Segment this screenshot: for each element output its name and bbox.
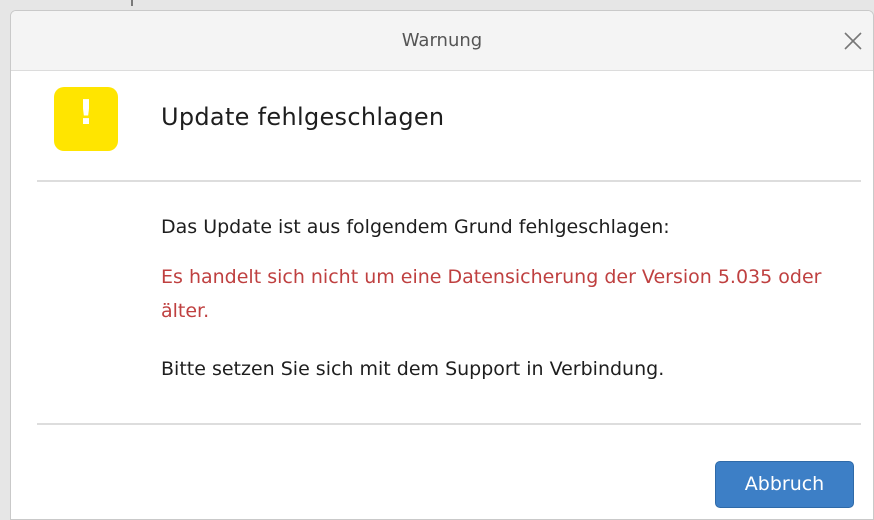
background-divider	[131, 0, 133, 6]
warning-icon: !	[54, 87, 118, 151]
window-title: Warnung	[401, 30, 483, 51]
support-text: Bitte setzen Sie sich mit dem Support in…	[161, 358, 665, 380]
error-text: Es handelt sich nicht um eine Datensiche…	[161, 266, 822, 322]
dialog-heading: Update fehlgeschlagen	[161, 103, 445, 131]
close-icon[interactable]	[841, 29, 865, 53]
intro-text: Das Update ist aus folgendem Grund fehlg…	[161, 216, 670, 238]
separator-bottom	[37, 423, 861, 425]
cancel-button[interactable]: Abbruch	[715, 461, 854, 508]
title-bar[interactable]: Warnung	[11, 11, 873, 71]
exclamation-mark: !	[78, 93, 94, 133]
warning-dialog: Warnung ! Update fehlgeschlagen Das Upda…	[10, 10, 874, 520]
separator-top	[37, 180, 861, 182]
